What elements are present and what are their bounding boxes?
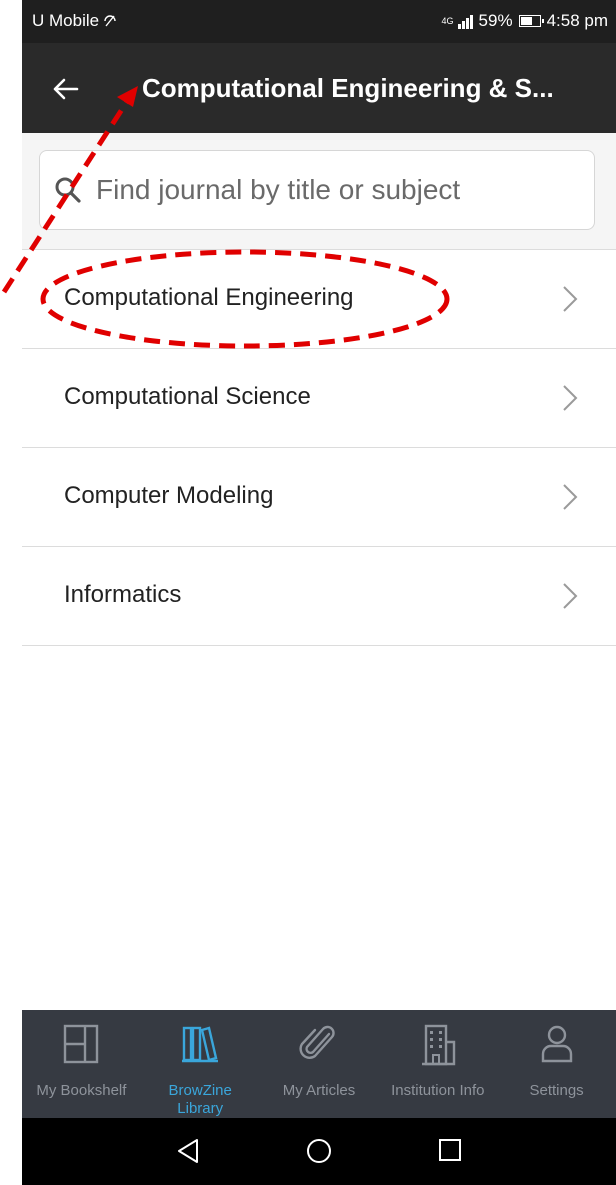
- signal-icon: [457, 13, 473, 29]
- status-left: U Mobile: [32, 11, 117, 31]
- search-icon: [55, 177, 81, 203]
- building-icon: [421, 1024, 455, 1066]
- chevron-right-icon: [563, 484, 578, 510]
- bottom-nav: My Bookshelf BrowZine Library My Article…: [22, 1010, 616, 1118]
- list-item[interactable]: Computer Modeling: [22, 448, 616, 547]
- battery-percent: 59%: [478, 11, 513, 30]
- nav-browzine-library[interactable]: BrowZine Library: [141, 1010, 260, 1118]
- list-item-label: Informatics: [64, 581, 182, 608]
- list-item[interactable]: Informatics: [22, 547, 616, 646]
- nav-label: BrowZine Library: [168, 1082, 232, 1117]
- nav-label: Institution Info: [391, 1082, 485, 1099]
- search-input[interactable]: [94, 169, 578, 211]
- bookshelf-icon: [64, 1024, 99, 1064]
- nav-label: My Articles: [282, 1082, 356, 1099]
- back-arrow-icon: [53, 78, 79, 100]
- search-box[interactable]: [39, 150, 595, 230]
- list-item-label: Computational Engineering: [64, 284, 354, 311]
- system-back-icon[interactable]: [176, 1138, 200, 1164]
- nav-label: Settings: [529, 1082, 584, 1099]
- list-item-label: Computational Science: [64, 383, 311, 410]
- nav-my-bookshelf[interactable]: My Bookshelf: [22, 1010, 141, 1118]
- system-home-icon[interactable]: [306, 1138, 332, 1164]
- system-recents-icon[interactable]: [438, 1138, 462, 1162]
- battery-icon: [518, 15, 544, 27]
- system-nav-bar: [22, 1118, 616, 1185]
- list-item[interactable]: Computational Science: [22, 349, 616, 448]
- paperclip-icon: [299, 1025, 335, 1059]
- nav-label: My Bookshelf: [36, 1082, 127, 1099]
- library-icon: [182, 1026, 219, 1063]
- network-type: 4G: [441, 16, 454, 26]
- nav-institution-info[interactable]: Institution Info: [378, 1010, 497, 1118]
- search-area: [22, 133, 616, 249]
- back-button[interactable]: [44, 67, 88, 111]
- list-item[interactable]: Computational Engineering: [22, 249, 616, 349]
- phone-screen: U Mobile 4G 59% 4:58 pm Computational En…: [22, 0, 616, 1185]
- status-right: 4G 59% 4:58 pm: [442, 11, 608, 31]
- page-title: Computational Engineering & S...: [142, 73, 554, 103]
- person-icon: [541, 1025, 572, 1063]
- notification-icon: [104, 15, 116, 27]
- subject-list: Computational Engineering Computational …: [22, 249, 616, 646]
- list-item-label: Computer Modeling: [64, 482, 274, 509]
- nav-settings[interactable]: Settings: [497, 1010, 616, 1118]
- app-bar: Computational Engineering & S...: [22, 43, 616, 133]
- chevron-right-icon: [563, 286, 578, 312]
- nav-my-articles[interactable]: My Articles: [260, 1010, 379, 1118]
- carrier-name: U Mobile: [32, 11, 100, 30]
- clock: 4:58 pm: [546, 11, 608, 30]
- status-bar: U Mobile 4G 59% 4:58 pm: [22, 0, 616, 43]
- chevron-right-icon: [563, 583, 578, 609]
- chevron-right-icon: [563, 385, 578, 411]
